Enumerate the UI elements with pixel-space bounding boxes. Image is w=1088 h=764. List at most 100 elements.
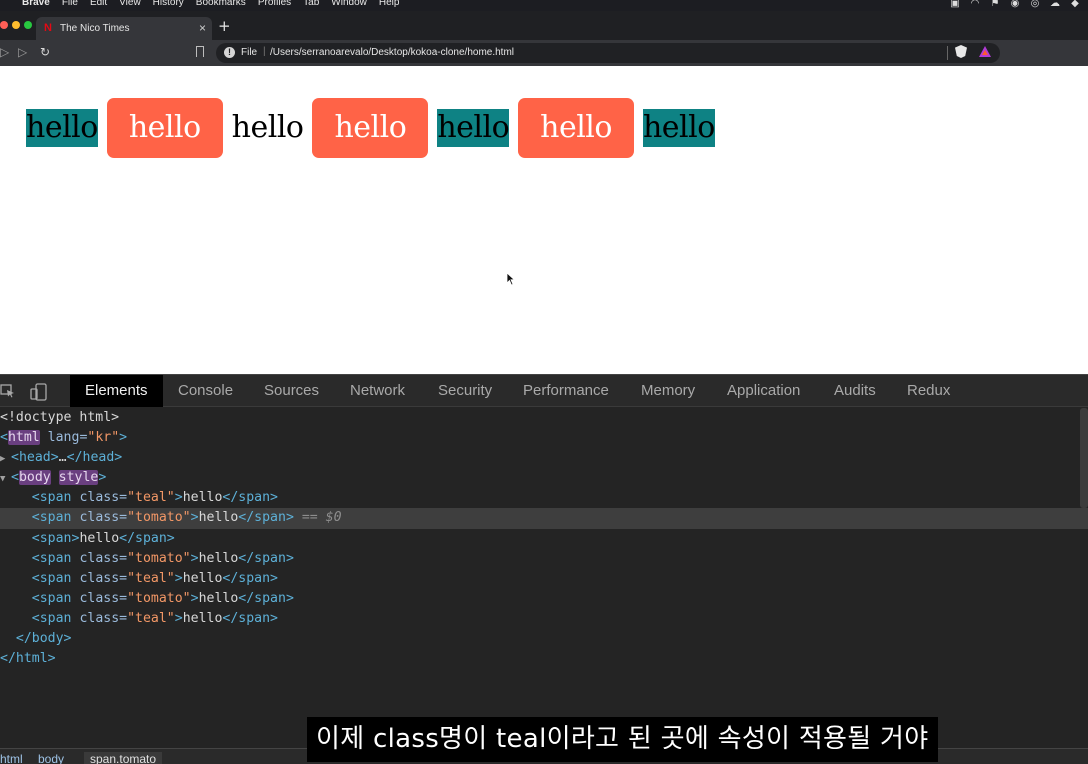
page-viewport: hello hello hello hello hello hello hell… (0, 66, 1088, 374)
info-icon[interactable]: ! (224, 47, 235, 58)
class-value: "tomato" (127, 590, 191, 606)
span-tag-name: span (39, 550, 72, 566)
screen-icon[interactable]: ▣ (948, 0, 962, 10)
span-tomato-1: hello (106, 98, 223, 158)
html-close-tag-name: html (15, 651, 48, 667)
menu-bookmarks[interactable]: Bookmarks (190, 0, 252, 9)
dom-html-open[interactable]: <html lang="kr"> (0, 428, 1088, 448)
zoom-window-button[interactable] (24, 21, 32, 29)
tab-application[interactable]: Application (712, 375, 815, 407)
devtools-panel: Elements Console Sources Network Securit… (0, 374, 1088, 764)
back-icon[interactable]: ▷ (0, 45, 9, 59)
span-text: hello (182, 610, 223, 626)
class-attr: class (79, 550, 120, 566)
dom-body-open[interactable]: ▼ <body style> (0, 468, 1088, 488)
span-tag-name: span (39, 530, 72, 546)
class-value: "teal" (127, 570, 175, 586)
browser-tab-strip: N The Nico Times × + (0, 11, 1088, 40)
span-close-tag-name: span (254, 550, 286, 566)
device-toolbar-icon[interactable] (30, 383, 47, 401)
menu-window[interactable]: Window (325, 0, 373, 9)
netflix-favicon-icon: N (44, 22, 52, 34)
hello-row: hello hello hello hello hello hello hell… (26, 98, 724, 158)
sync-icon[interactable]: ◎ (1028, 0, 1042, 10)
span-plain: hello (231, 110, 304, 145)
tab-network[interactable]: Network (335, 375, 420, 407)
flag-icon[interactable]: ⚑ (988, 0, 1002, 10)
bookmark-icon[interactable] (196, 46, 204, 57)
crumb-body[interactable]: body (38, 752, 64, 764)
expand-triangle-icon[interactable]: ▶ (0, 449, 11, 469)
reload-icon[interactable]: ↻ (40, 45, 50, 59)
tab-redux[interactable]: Redux (892, 375, 965, 407)
menu-app-brave[interactable]: Brave (0, 0, 56, 9)
body-tag-name: body (18, 470, 51, 486)
class-value: "teal" (127, 610, 175, 626)
body-style-attr: style (58, 470, 99, 486)
menu-help[interactable]: Help (373, 0, 406, 9)
span-tag-name: span (39, 490, 72, 506)
menu-profiles[interactable]: Profiles (252, 0, 297, 9)
dom-span-7[interactable]: <span class="teal">hello</span> (0, 609, 1088, 629)
tab-audits[interactable]: Audits (819, 375, 891, 407)
crumb-html[interactable]: html (0, 752, 23, 764)
video-subtitle: 이제 class명이 teal이라고 된 곳에 속성이 적용될 거야 (307, 717, 938, 762)
tab-sources[interactable]: Sources (249, 375, 334, 407)
head-close-tag-name: head (82, 450, 115, 466)
address-bar[interactable]: ! File | /Users/serranoarevalo/Desktop/k… (216, 43, 1000, 63)
cloud-icon[interactable]: ☁ (1048, 0, 1062, 10)
crumb-span-tomato[interactable]: span.tomato (84, 752, 163, 764)
span-close-tag-name: span (238, 490, 271, 506)
minimize-window-button[interactable] (12, 21, 20, 29)
dom-body-close[interactable]: </body> (0, 629, 1088, 649)
dom-scrollbar[interactable] (1080, 408, 1088, 508)
url-text[interactable]: /Users/serranoarevalo/Desktop/kokoa-clon… (270, 47, 514, 58)
menu-history[interactable]: History (147, 0, 190, 9)
menu-file[interactable]: File (56, 0, 84, 9)
span-tomato-2: hello (312, 98, 429, 158)
browser-tab[interactable]: N The Nico Times × (36, 17, 212, 40)
dom-span-1[interactable]: <span class="teal">hello</span> (0, 488, 1088, 508)
span-close-tag-name: span (254, 510, 286, 526)
class-attr: class (79, 490, 120, 506)
class-value: "tomato" (127, 510, 191, 526)
brave-rewards-icon[interactable] (979, 46, 991, 57)
span-text: hello (182, 570, 223, 586)
menu-tab[interactable]: Tab (297, 0, 325, 9)
class-attr: class (79, 610, 120, 626)
tab-memory[interactable]: Memory (626, 375, 710, 407)
collapse-triangle-icon[interactable]: ▼ (0, 469, 11, 489)
dom-span-6[interactable]: <span class="tomato">hello</span> (0, 589, 1088, 609)
url-separator: | (263, 46, 266, 57)
notification-icon[interactable]: ◆ (1068, 0, 1082, 10)
dom-doctype[interactable]: <!doctype html> (0, 408, 1088, 428)
tab-console[interactable]: Console (163, 375, 248, 407)
forward-icon[interactable]: ▷ (18, 45, 27, 59)
span-teal-3: hello (642, 109, 715, 147)
span-close-tag-name: span (238, 610, 271, 626)
inspect-element-icon[interactable] (0, 383, 16, 399)
menu-view[interactable]: View (113, 0, 147, 9)
dom-span-5[interactable]: <span class="teal">hello</span> (0, 569, 1088, 589)
span-tag-name: span (39, 570, 72, 586)
dom-html-close[interactable]: </html> (0, 649, 1088, 669)
wifi-icon[interactable]: ◠ (968, 0, 982, 10)
tab-close-icon[interactable]: × (199, 21, 206, 35)
head-ellipsis: … (58, 450, 67, 466)
dom-span-2-selected[interactable]: <span class="tomato">hello</span> == $0 (0, 508, 1088, 529)
new-tab-button[interactable]: + (218, 19, 231, 34)
dom-span-3[interactable]: <span>hello</span> (0, 529, 1088, 549)
span-teal-2: hello (437, 109, 510, 147)
tab-security[interactable]: Security (423, 375, 507, 407)
span-tomato-3: hello (518, 98, 634, 158)
bell-icon[interactable]: ◉ (1008, 0, 1022, 10)
tab-performance[interactable]: Performance (508, 375, 624, 407)
dom-head[interactable]: ▶ <head>…</head> (0, 448, 1088, 468)
dom-span-4[interactable]: <span class="tomato">hello</span> (0, 549, 1088, 569)
span-tag-name: span (39, 510, 72, 526)
menu-edit[interactable]: Edit (84, 0, 113, 9)
html-lang-attr: lang (47, 430, 80, 446)
browser-toolbar: ▷ ▷ ↻ ! File | /Users/serranoarevalo/Des… (0, 40, 1088, 66)
tab-elements[interactable]: Elements (70, 375, 163, 407)
close-window-button[interactable] (0, 21, 8, 29)
